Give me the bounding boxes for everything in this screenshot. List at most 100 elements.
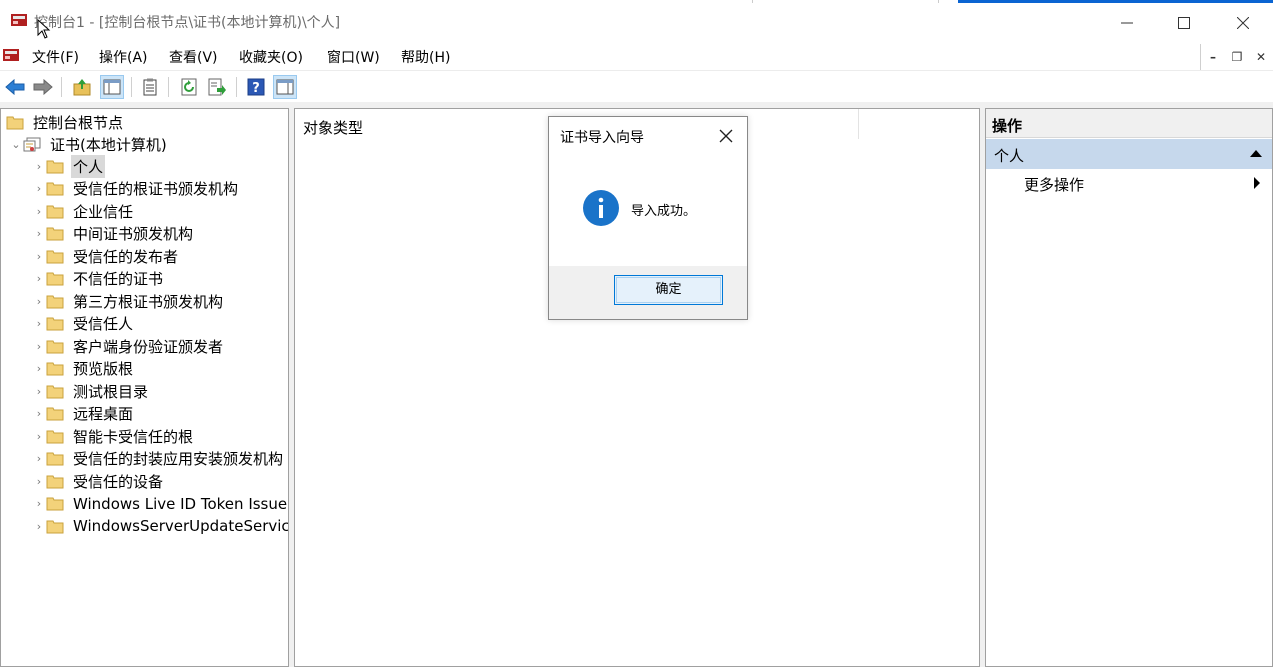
export-list-button[interactable] bbox=[205, 75, 229, 99]
tree-store[interactable]: ⌄ 证书(本地计算机) bbox=[9, 133, 169, 155]
collapse-up-icon[interactable] bbox=[1250, 150, 1262, 157]
chevron-right-icon[interactable]: › bbox=[32, 227, 46, 240]
certificate-store-icon bbox=[23, 137, 41, 151]
chevron-right-icon[interactable]: › bbox=[32, 452, 46, 465]
actions-section-header[interactable]: 个人 bbox=[986, 139, 1272, 169]
maximize-button[interactable] bbox=[1161, 8, 1207, 38]
close-button[interactable] bbox=[1220, 8, 1266, 38]
chevron-right-icon[interactable]: › bbox=[32, 317, 46, 330]
mdi-close-icon[interactable]: ✕ bbox=[1254, 50, 1268, 64]
window-title: 控制台1 - [控制台根节点\证书(本地计算机)\个人] bbox=[34, 15, 341, 31]
chevron-right-icon[interactable]: › bbox=[32, 520, 46, 533]
tree-item[interactable]: › 受信任人 bbox=[32, 313, 135, 335]
folder-icon bbox=[46, 430, 64, 443]
folder-icon bbox=[46, 497, 64, 511]
folder-up-icon bbox=[73, 79, 91, 96]
folder-icon bbox=[46, 340, 64, 353]
tree-item[interactable]: › 受信任的封装应用安装颁发机构 bbox=[32, 448, 285, 470]
mdi-restore-icon[interactable]: ❐ bbox=[1230, 50, 1244, 64]
tree-item[interactable]: › 智能卡受信任的根 bbox=[32, 425, 195, 447]
tree-item-label: 预览版根 bbox=[73, 360, 134, 378]
maximize-icon bbox=[1178, 17, 1190, 29]
menu-view[interactable]: 查看(V) bbox=[169, 47, 218, 67]
properties-button[interactable] bbox=[138, 75, 162, 99]
mdi-minimize-icon[interactable]: – bbox=[1206, 50, 1220, 64]
chevron-right-icon[interactable]: › bbox=[32, 295, 46, 308]
chevron-right-icon[interactable]: › bbox=[32, 340, 46, 353]
tree-item[interactable]: › 预览版根 bbox=[32, 358, 135, 380]
chevron-right-icon[interactable]: › bbox=[32, 205, 46, 218]
chevron-right-icon[interactable]: › bbox=[32, 430, 46, 443]
chevron-right-icon[interactable]: › bbox=[32, 385, 46, 398]
tree-item[interactable]: › 企业信任 bbox=[32, 200, 135, 222]
tree-item[interactable]: › 中间证书颁发机构 bbox=[32, 223, 195, 245]
chevron-right-icon[interactable]: › bbox=[32, 407, 46, 420]
tree-item[interactable]: › 受信任的发布者 bbox=[32, 245, 180, 267]
tree-item-label: 受信任人 bbox=[73, 315, 134, 333]
ok-button[interactable]: 确定 bbox=[614, 275, 723, 305]
console-tree: 控制台根节点 ⌄ 证书(本地计算机) › 个人 › 受信任的根证书颁发机构 › 企业信任 ›… bbox=[0, 108, 289, 667]
menu-action[interactable]: 操作(A) bbox=[99, 47, 148, 67]
tree-item[interactable]: › 第三方根证书颁发机构 bbox=[32, 290, 225, 312]
refresh-button[interactable] bbox=[177, 75, 201, 99]
mdi-controls: – ❐ ✕ bbox=[1200, 44, 1273, 70]
tree-item-label: WindowsServerUpdateServices bbox=[73, 517, 289, 535]
folder-icon bbox=[6, 116, 24, 129]
forward-arrow-icon bbox=[33, 79, 53, 95]
taskbar-strip bbox=[958, 0, 1273, 3]
dialog-close-icon[interactable] bbox=[719, 129, 733, 143]
tree-item[interactable]: › Windows Live ID Token Issuer bbox=[32, 493, 288, 515]
submenu-arrow-icon[interactable] bbox=[1254, 177, 1260, 189]
tree-root[interactable]: 控制台根节点 bbox=[6, 111, 125, 133]
actions-title-bar: 操作 bbox=[986, 109, 1272, 138]
chevron-down-icon[interactable]: ⌄ bbox=[9, 138, 23, 151]
actions-section-label: 个人 bbox=[994, 147, 1025, 165]
export-list-icon bbox=[208, 78, 226, 96]
show-hide-console-tree-button[interactable] bbox=[100, 75, 124, 99]
help-button[interactable]: ? bbox=[244, 75, 268, 99]
column-divider[interactable] bbox=[858, 109, 859, 139]
tree-item[interactable]: › 不信任的证书 bbox=[32, 268, 165, 290]
clipboard-icon bbox=[143, 78, 157, 96]
dialog-footer: 确定 bbox=[549, 266, 747, 319]
back-button[interactable] bbox=[3, 75, 27, 99]
column-header-object-type[interactable]: 对象类型 bbox=[303, 117, 363, 138]
chevron-right-icon[interactable]: › bbox=[32, 272, 46, 285]
folder-icon bbox=[46, 452, 64, 466]
minimize-icon bbox=[1121, 22, 1133, 24]
tree-item-label: 远程桌面 bbox=[73, 405, 134, 423]
tree-item[interactable]: › 客户端身份验证颁发者 bbox=[32, 335, 225, 357]
menu-window[interactable]: 窗口(W) bbox=[327, 47, 380, 67]
show-hide-action-pane-button[interactable] bbox=[273, 75, 297, 99]
menu-help[interactable]: 帮助(H) bbox=[401, 47, 450, 67]
mmc-menu-icon[interactable] bbox=[2, 47, 20, 63]
chevron-right-icon[interactable]: › bbox=[32, 362, 46, 375]
folder-icon bbox=[46, 407, 64, 421]
tree-item[interactable]: › 个人 bbox=[32, 154, 106, 178]
info-icon bbox=[583, 190, 619, 226]
forward-button[interactable] bbox=[31, 75, 55, 99]
chevron-right-icon[interactable]: › bbox=[32, 160, 46, 173]
tree-item[interactable]: › 受信任的根证书颁发机构 bbox=[32, 178, 240, 200]
menu-file[interactable]: 文件(F) bbox=[32, 47, 79, 67]
tree-item[interactable]: › 远程桌面 bbox=[32, 403, 135, 425]
more-actions-item[interactable]: 更多操作 bbox=[1024, 174, 1084, 195]
folder-icon bbox=[46, 362, 64, 376]
tree-item[interactable]: › WindowsServerUpdateServices bbox=[32, 515, 289, 537]
chevron-right-icon[interactable]: › bbox=[32, 250, 46, 263]
tree-item[interactable]: › 测试根目录 bbox=[32, 380, 150, 402]
tree-store-label: 证书(本地计算机) bbox=[50, 135, 167, 154]
minimize-button[interactable] bbox=[1104, 8, 1150, 38]
chevron-right-icon[interactable]: › bbox=[32, 497, 46, 510]
actions-title: 操作 bbox=[992, 117, 1023, 135]
mouse-cursor-icon bbox=[37, 19, 51, 39]
help-icon: ? bbox=[247, 78, 265, 96]
chevron-right-icon[interactable]: › bbox=[32, 182, 46, 195]
up-one-level-button[interactable] bbox=[70, 75, 94, 99]
chevron-right-icon[interactable]: › bbox=[32, 475, 46, 488]
tree-item-label: 测试根目录 bbox=[73, 382, 149, 401]
menu-favorites[interactable]: 收藏夹(O) bbox=[239, 47, 303, 67]
tree-item[interactable]: › 受信任的设备 bbox=[32, 470, 165, 492]
actions-pane: 操作 个人 更多操作 bbox=[985, 108, 1273, 667]
tree-item-label: 企业信任 bbox=[73, 202, 134, 221]
